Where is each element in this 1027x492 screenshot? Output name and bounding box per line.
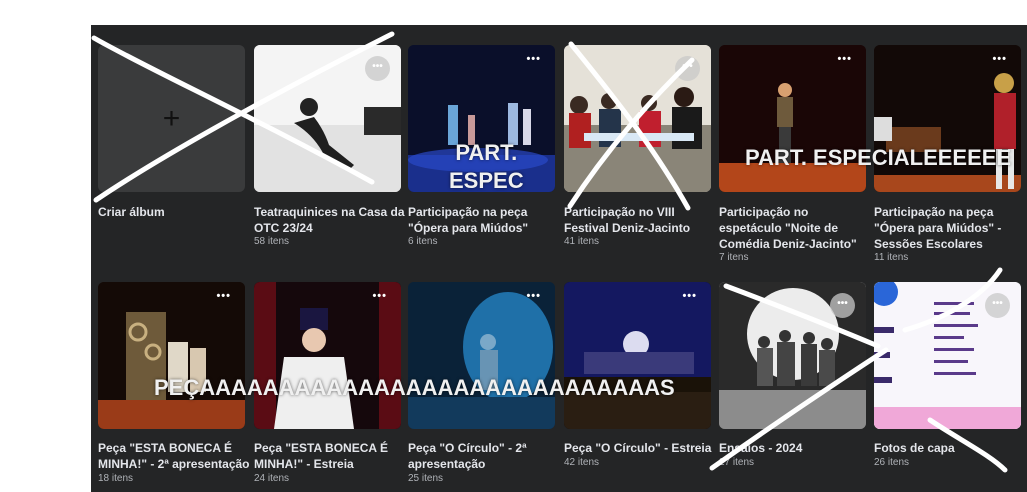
scribble-annotations [91,31,1008,473]
